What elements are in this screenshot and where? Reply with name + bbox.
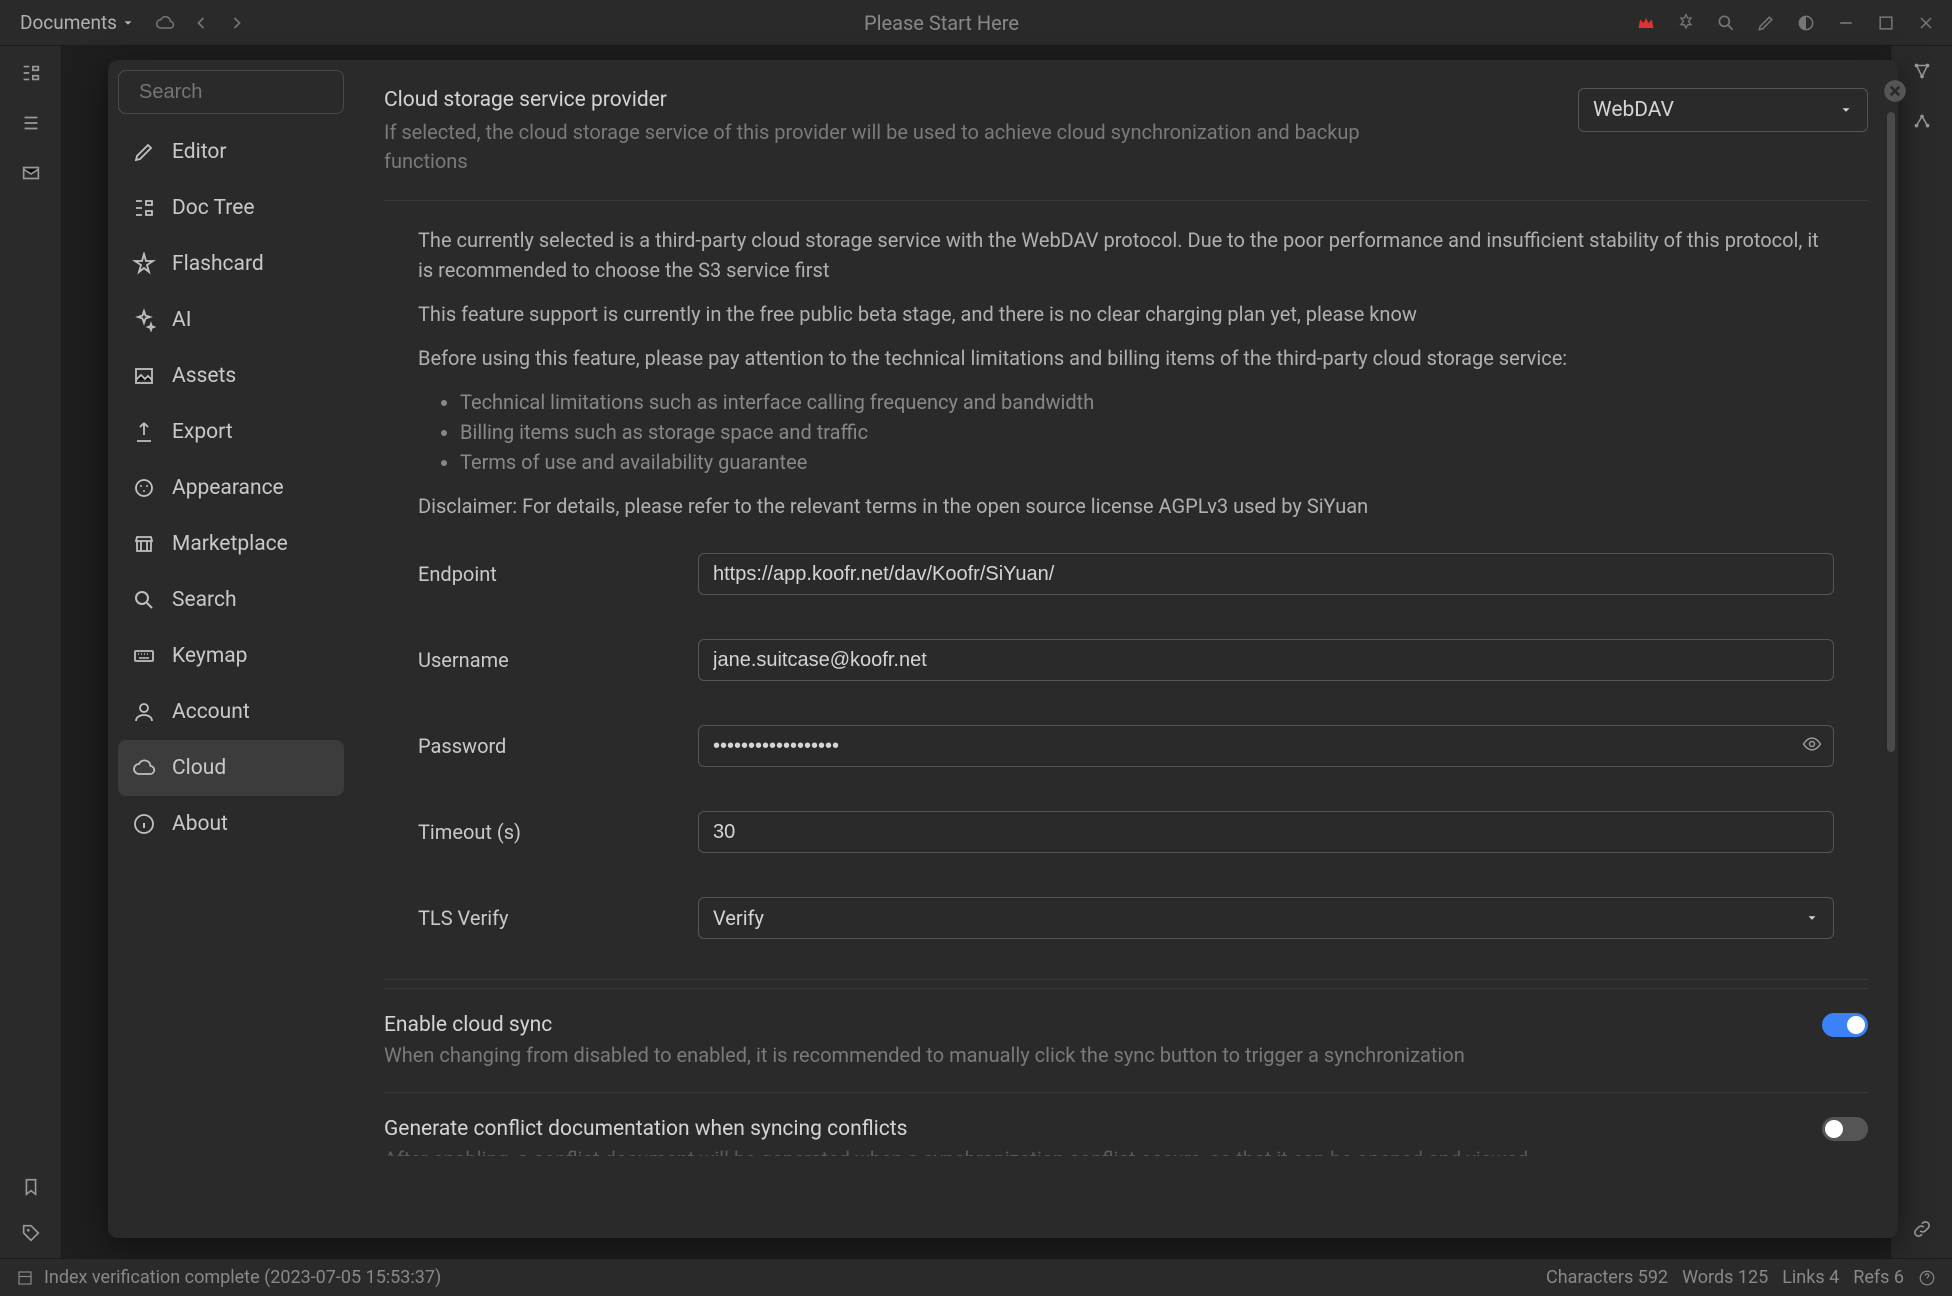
info-p4: Disclaimer: For details, please refer to… — [418, 491, 1834, 521]
tag-rail-icon[interactable] — [18, 1220, 44, 1246]
titlebar: Documents Please Start Here — [0, 0, 1952, 46]
edit-icon[interactable] — [1752, 9, 1780, 37]
plugin-icon[interactable] — [1672, 9, 1700, 37]
timeout-label: Timeout (s) — [418, 820, 698, 844]
provider-select[interactable]: WebDAV — [1578, 88, 1868, 132]
bookmark-rail-icon[interactable] — [18, 1174, 44, 1200]
help-icon[interactable] — [1918, 1269, 1936, 1287]
settings-dialog: Editor Doc Tree Flashcard AI Assets Expo… — [108, 60, 1898, 1238]
maximize-icon[interactable] — [1872, 9, 1900, 37]
sync-toggle[interactable] — [1822, 1013, 1868, 1037]
crown-icon[interactable] — [1632, 9, 1660, 37]
nav-account[interactable]: Account — [118, 684, 344, 740]
right-rail — [1890, 46, 1952, 1258]
provider-desc: If selected, the cloud storage service o… — [384, 118, 1384, 176]
info-p1: The currently selected is a third-party … — [418, 225, 1834, 285]
timeout-input[interactable] — [698, 811, 1834, 853]
nav-flashcard[interactable]: Flashcard — [118, 236, 344, 292]
nav-forward-icon[interactable] — [223, 9, 251, 37]
status-links: Links 4 — [1782, 1267, 1839, 1288]
nav-keymap[interactable]: Keymap — [118, 628, 344, 684]
nav-about[interactable]: About — [118, 796, 344, 852]
password-label: Password — [418, 734, 698, 758]
endpoint-label: Endpoint — [418, 562, 698, 586]
status-message: Index verification complete (2023-07-05 … — [44, 1267, 441, 1288]
left-rail — [0, 46, 62, 1258]
inbox-rail-icon[interactable] — [18, 160, 44, 186]
settings-search[interactable] — [118, 70, 344, 114]
dialog-close-button[interactable] — [1882, 78, 1908, 108]
nav-cloud[interactable]: Cloud — [118, 740, 344, 796]
status-refs: Refs 6 — [1853, 1267, 1904, 1288]
status-icon — [16, 1269, 34, 1287]
graph-rail-icon[interactable] — [1911, 60, 1933, 86]
globalgraph-rail-icon[interactable] — [1911, 110, 1933, 136]
provider-section: Cloud storage service provider If select… — [384, 88, 1868, 201]
window-title: Please Start Here — [251, 11, 1632, 35]
doctree-rail-icon[interactable] — [18, 60, 44, 86]
minimize-icon[interactable] — [1832, 9, 1860, 37]
conflict-desc: After enabling, a conflict document will… — [384, 1145, 1528, 1156]
info-li3: Terms of use and availability guarantee — [460, 447, 1834, 477]
chevron-down-icon — [1805, 911, 1819, 925]
nav-appearance[interactable]: Appearance — [118, 460, 344, 516]
status-words: Words 125 — [1682, 1267, 1768, 1288]
conflict-section: Generate conflict documentation when syn… — [384, 1092, 1868, 1156]
nav-marketplace[interactable]: Marketplace — [118, 516, 344, 572]
info-block: The currently selected is a third-party … — [384, 201, 1868, 980]
toggle-password-visibility[interactable] — [1802, 734, 1822, 758]
sync-desc: When changing from disabled to enabled, … — [384, 1041, 1465, 1070]
nav-search[interactable]: Search — [118, 572, 344, 628]
info-p2: This feature support is currently in the… — [418, 299, 1834, 329]
scrollbar-thumb[interactable] — [1887, 112, 1895, 752]
info-li1: Technical limitations such as interface … — [460, 387, 1834, 417]
username-input[interactable] — [698, 639, 1834, 681]
nav-editor[interactable]: Editor — [118, 124, 344, 180]
cloud-icon[interactable] — [151, 9, 179, 37]
info-li2: Billing items such as storage space and … — [460, 417, 1834, 447]
nav-export[interactable]: Export — [118, 404, 344, 460]
chevron-down-icon — [121, 16, 135, 30]
sync-title: Enable cloud sync — [384, 1013, 1465, 1037]
workspace-dropdown[interactable]: Documents — [12, 7, 143, 38]
conflict-toggle[interactable] — [1822, 1117, 1868, 1141]
sync-section: Enable cloud sync When changing from dis… — [384, 988, 1868, 1084]
workspace-label: Documents — [20, 11, 117, 34]
username-label: Username — [418, 648, 698, 672]
backlink-rail-icon[interactable] — [1911, 1218, 1933, 1244]
tls-select[interactable]: Verify — [698, 897, 1834, 939]
theme-icon[interactable] — [1792, 9, 1820, 37]
tls-label: TLS Verify — [418, 906, 698, 930]
statusbar: Index verification complete (2023-07-05 … — [0, 1258, 1952, 1296]
provider-title: Cloud storage service provider — [384, 88, 1384, 112]
nav-back-icon[interactable] — [187, 9, 215, 37]
nav-assets[interactable]: Assets — [118, 348, 344, 404]
nav-ai[interactable]: AI — [118, 292, 344, 348]
chevron-down-icon — [1839, 103, 1853, 117]
close-window-icon[interactable] — [1912, 9, 1940, 37]
password-input[interactable] — [698, 725, 1834, 767]
outline-rail-icon[interactable] — [18, 110, 44, 136]
settings-sidebar: Editor Doc Tree Flashcard AI Assets Expo… — [108, 60, 354, 1238]
endpoint-input[interactable] — [698, 553, 1834, 595]
status-chars: Characters 592 — [1546, 1267, 1668, 1288]
conflict-title: Generate conflict documentation when syn… — [384, 1117, 1528, 1141]
nav-doctree[interactable]: Doc Tree — [118, 180, 344, 236]
info-p3: Before using this feature, please pay at… — [418, 343, 1834, 373]
search-icon[interactable] — [1712, 9, 1740, 37]
settings-content: Cloud storage service provider If select… — [354, 60, 1898, 1238]
